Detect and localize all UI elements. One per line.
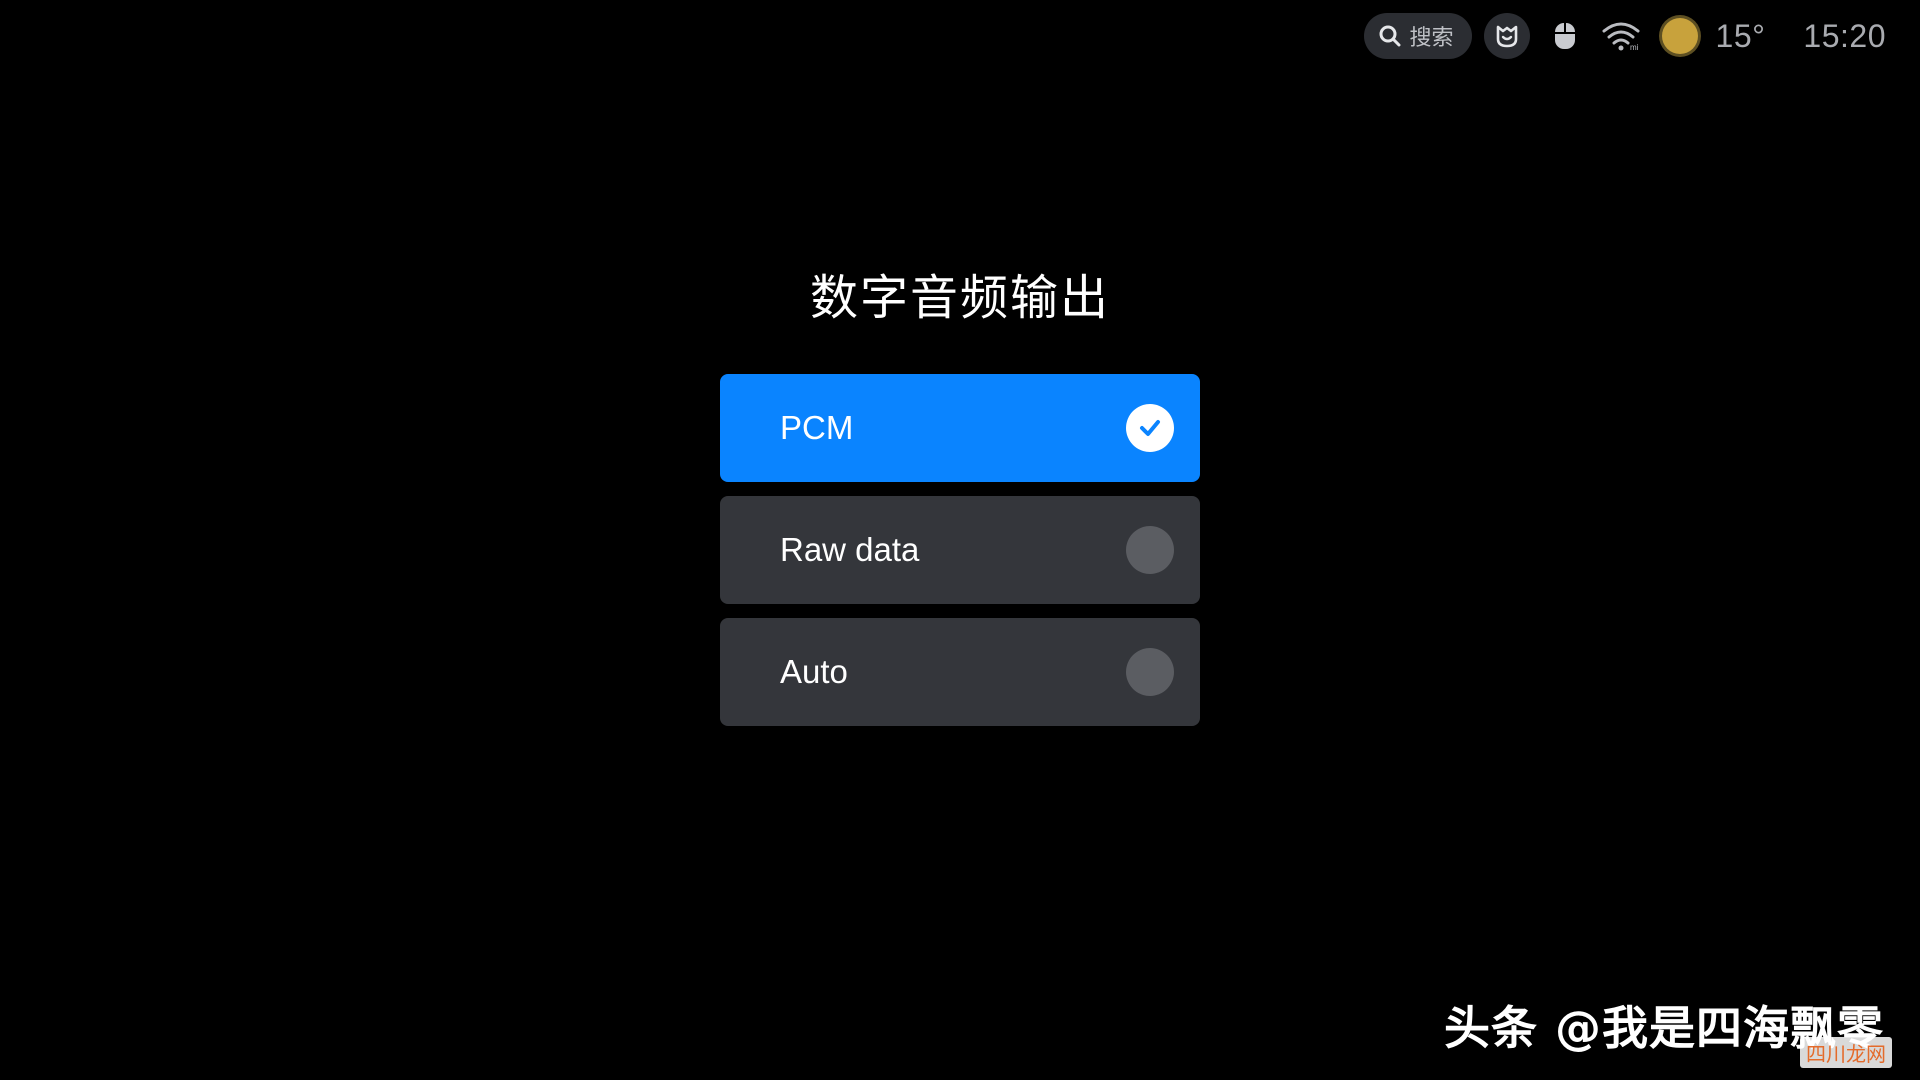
option-label: Raw data (780, 531, 920, 568)
option-pcm[interactable]: PCM (720, 374, 1200, 482)
mi-home-icon (1496, 25, 1517, 48)
status-bar: 搜索 mi 15° 15:20 (1363, 12, 1886, 60)
svg-text:mi: mi (1630, 43, 1639, 51)
radio-unchecked (1126, 648, 1174, 696)
option-label: Auto (780, 653, 848, 690)
mouse-indicator (1542, 13, 1588, 59)
clock: 15:20 (1803, 17, 1886, 54)
wifi-indicator: mi (1598, 13, 1644, 59)
option-raw-data[interactable]: Raw data (720, 496, 1200, 604)
weather-sun-icon (1661, 18, 1698, 54)
search-label: 搜索 (1409, 26, 1454, 51)
mi-home-button[interactable] (1483, 13, 1530, 59)
option-auto[interactable]: Auto (720, 618, 1200, 726)
corner-watermark: 四川龙网 (1800, 1037, 1892, 1068)
search-icon (1379, 25, 1401, 47)
option-label: PCM (780, 409, 854, 446)
option-list: PCM Raw data Auto (720, 374, 1200, 740)
dialog-title: 数字音频输出 (809, 270, 1110, 326)
mouse-icon (1554, 23, 1575, 49)
screen: 搜索 mi 15° 15:20 数字音频输出 PCM Raw data Auto… (0, 0, 1920, 1080)
search-button[interactable]: 搜索 (1363, 13, 1472, 59)
checkmark-icon (1140, 420, 1160, 436)
radio-unchecked (1126, 526, 1174, 574)
wifi-icon: mi (1602, 22, 1640, 51)
radio-checked (1126, 404, 1174, 452)
temperature: 15° (1715, 17, 1766, 54)
